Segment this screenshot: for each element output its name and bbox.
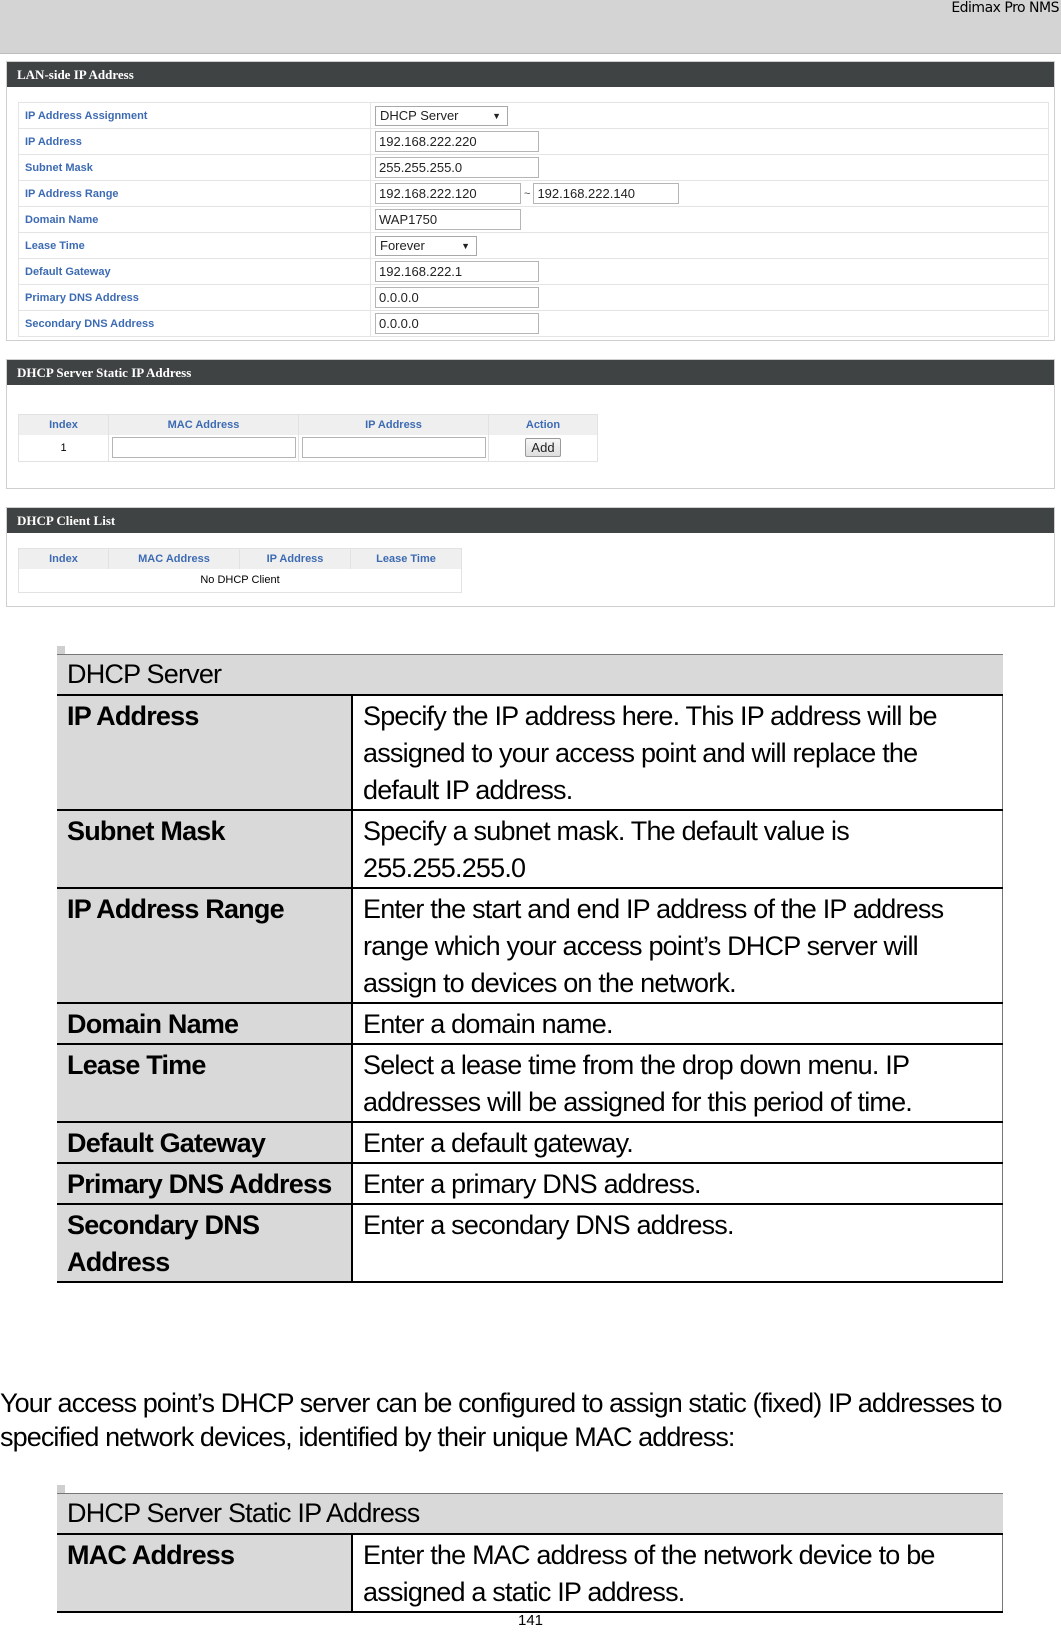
dhcp-static-ip-panel: DHCP Server Static IP Address Index MAC … [6, 359, 1055, 489]
table-row: No DHCP Client [18, 568, 462, 593]
label-domain-name: Domain Name [18, 206, 371, 233]
row-desc: Enter a secondary DNS address. [352, 1203, 1003, 1283]
panel-title: DHCP Client List [7, 508, 1054, 533]
col-lease-time: Lease Time [350, 548, 462, 569]
client-list-table: Index MAC Address IP Address Lease Time … [18, 548, 462, 593]
col-mac-address: MAC Address [108, 414, 299, 435]
label-default-gateway: Default Gateway [18, 258, 371, 285]
dhcp-client-list-panel: DHCP Client List Index MAC Address IP Ad… [6, 507, 1055, 607]
lease-time-value: Forever [380, 237, 425, 253]
ip-range-start-input[interactable]: 192.168.222.120 [375, 183, 521, 204]
lan-settings-form: IP Address Assignment DHCP Server ▼ IP Ad… [18, 102, 1049, 337]
static-ip-table: Index MAC Address IP Address Action 1 Ad… [18, 414, 598, 462]
table-row: 1 Add [18, 434, 598, 462]
row-key: IP Address Range [57, 887, 353, 1004]
table-row: Primary DNS Address Enter a primary DNS … [57, 1162, 1003, 1205]
ip-address-input[interactable]: 192.168.222.220 [375, 131, 539, 152]
subnet-mask-input[interactable]: 255.255.255.0 [375, 157, 539, 178]
ip-assignment-value: DHCP Server [380, 107, 459, 123]
row-desc: Enter a domain name. [352, 1002, 1003, 1045]
row-desc: Specify the IP address here. This IP add… [352, 694, 1003, 811]
row-key: MAC Address [57, 1533, 353, 1613]
default-gateway-input[interactable]: 192.168.222.1 [375, 261, 539, 282]
row-desc: Enter the start and end IP address of th… [352, 887, 1003, 1004]
row-key: Default Gateway [57, 1121, 353, 1164]
table-title: DHCP Server Static IP Address [57, 1493, 1003, 1535]
brand-title: Edimax Pro NMS [951, 0, 1059, 16]
table-title-row: DHCP Server Static IP Address [57, 1493, 1003, 1535]
row-lease-time: Lease Time Forever ▼ [18, 232, 1049, 259]
col-index: Index [18, 414, 109, 435]
row-desc: Enter a default gateway. [352, 1121, 1003, 1164]
table-title: DHCP Server [57, 654, 1003, 696]
label-primary-dns: Primary DNS Address [18, 284, 371, 311]
row-desc: Specify a subnet mask. The default value… [352, 809, 1003, 889]
col-index: Index [18, 548, 109, 569]
table-header: Index MAC Address IP Address Lease Time [18, 548, 462, 569]
row-subnet-mask: Subnet Mask 255.255.255.0 [18, 154, 1049, 181]
lan-side-ip-panel: LAN-side IP Address IP Address Assignmen… [6, 61, 1055, 341]
empty-message: No DHCP Client [18, 568, 462, 593]
row-domain-name: Domain Name WAP1750 [18, 206, 1049, 233]
table-row: Subnet Mask Specify a subnet mask. The d… [57, 809, 1003, 889]
intro-paragraph: Your access point’s DHCP server can be c… [0, 1388, 1002, 1452]
panel-title: LAN-side IP Address [7, 62, 1054, 87]
page-header: Edimax Pro NMS [0, 0, 1061, 54]
row-ip-range: IP Address Range 192.168.222.120 ~192.168… [18, 180, 1049, 207]
table-row: Lease Time Select a lease time from the … [57, 1043, 1003, 1123]
row-ip-address: IP Address 192.168.222.220 [18, 128, 1049, 155]
range-separator: ~ [524, 187, 531, 200]
label-ip-assignment: IP Address Assignment [18, 102, 371, 129]
dhcp-server-table: DHCP Server IP Address Specify the IP ad… [57, 654, 1003, 1283]
row-primary-dns: Primary DNS Address 0.0.0.0 [18, 284, 1049, 311]
ip-range-end-input[interactable]: 192.168.222.140 [533, 183, 680, 204]
table-header: Index MAC Address IP Address Action [18, 414, 598, 435]
static-ip-input[interactable] [301, 437, 486, 459]
row-desc: Select a lease time from the drop down m… [352, 1043, 1003, 1123]
table-row: Default Gateway Enter a default gateway. [57, 1121, 1003, 1164]
col-mac-address: MAC Address [108, 548, 240, 569]
dropdown-arrow-icon: ▼ [492, 110, 501, 121]
col-ip-address: IP Address [298, 414, 489, 435]
static-mac-input[interactable] [111, 437, 296, 459]
row-secondary-dns: Secondary DNS Address 0.0.0.0 [18, 310, 1049, 337]
label-subnet-mask: Subnet Mask [18, 154, 371, 181]
row-default-gateway: Default Gateway 192.168.222.1 [18, 258, 1049, 285]
row-desc: Enter a primary DNS address. [352, 1162, 1003, 1205]
row-key: IP Address [57, 694, 353, 811]
row-ip-assignment: IP Address Assignment DHCP Server ▼ [18, 102, 1049, 129]
domain-name-input[interactable]: WAP1750 [375, 209, 521, 230]
table-row: MAC Address Enter the MAC address of the… [57, 1533, 1003, 1613]
col-action: Action [488, 414, 598, 435]
table-row: Domain Name Enter a domain name. [57, 1002, 1003, 1045]
add-button[interactable]: Add [525, 438, 561, 458]
label-ip-address: IP Address [18, 128, 371, 155]
lease-time-select[interactable]: Forever ▼ [375, 235, 477, 256]
label-ip-range: IP Address Range [18, 180, 371, 207]
page-number: 141 [517, 1612, 544, 1629]
panel-title: DHCP Server Static IP Address [7, 360, 1054, 385]
table-title-row: DHCP Server [57, 654, 1003, 696]
row-key: Subnet Mask [57, 809, 353, 889]
row-desc: Enter the MAC address of the network dev… [352, 1533, 1003, 1613]
secondary-dns-input[interactable]: 0.0.0.0 [375, 313, 539, 334]
table-row: IP Address Specify the IP address here. … [57, 694, 1003, 811]
table-row: IP Address Range Enter the start and end… [57, 887, 1003, 1004]
col-ip-address: IP Address [239, 548, 351, 569]
ip-assignment-select[interactable]: DHCP Server ▼ [375, 105, 508, 126]
row-key: Primary DNS Address [57, 1162, 353, 1205]
row-index: 1 [18, 434, 109, 462]
table-row: Secondary DNS Address Enter a secondary … [57, 1203, 1003, 1283]
row-key: Domain Name [57, 1002, 353, 1045]
dhcp-static-ip-table: DHCP Server Static IP Address MAC Addres… [57, 1493, 1003, 1613]
label-lease-time: Lease Time [18, 232, 371, 259]
row-key: Secondary DNS Address [57, 1203, 353, 1283]
row-key: Lease Time [57, 1043, 353, 1123]
dropdown-arrow-icon: ▼ [461, 240, 470, 251]
label-secondary-dns: Secondary DNS Address [18, 310, 371, 337]
primary-dns-input[interactable]: 0.0.0.0 [375, 287, 539, 308]
